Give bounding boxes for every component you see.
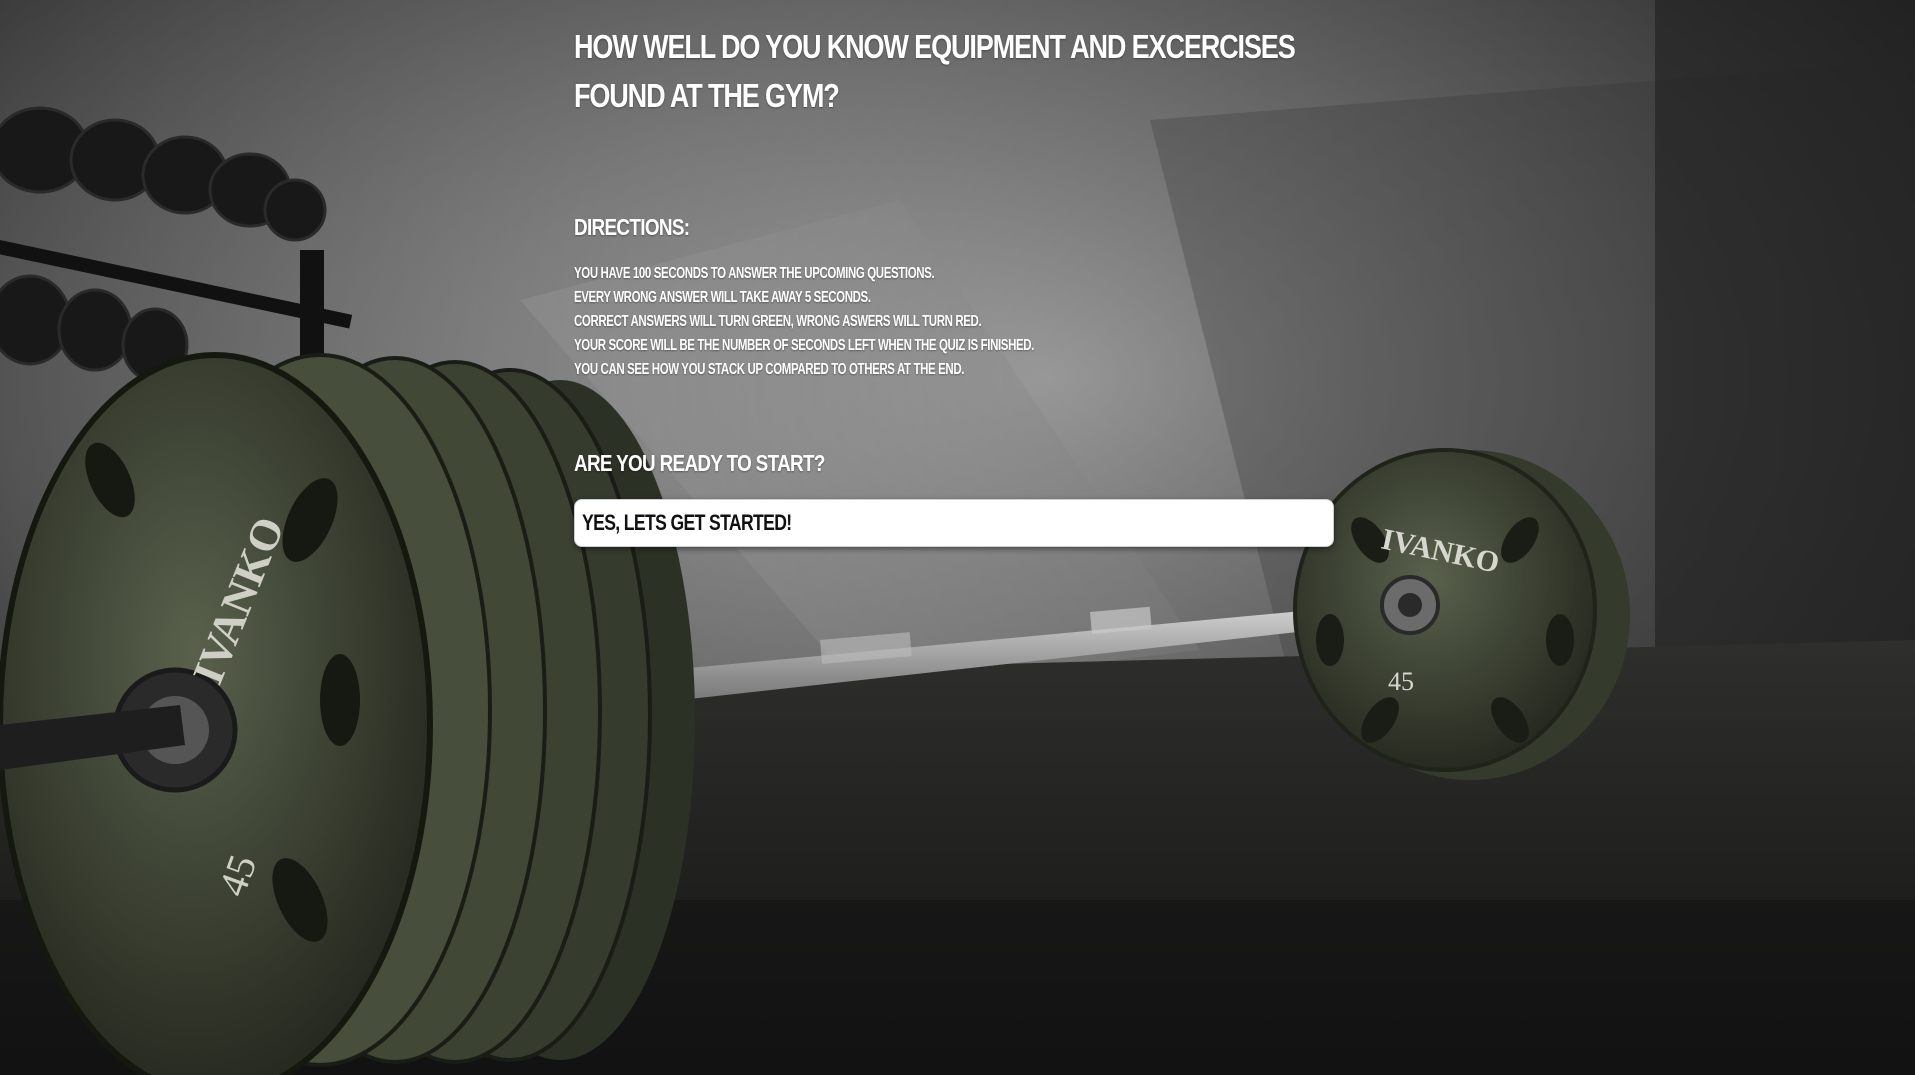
quiz-title-line-2: found at the gym? <box>574 77 840 114</box>
directions-heading: Directions: <box>574 214 690 240</box>
directions-list: You have 100 seconds to answer the upcom… <box>574 262 1314 382</box>
start-quiz-button[interactable]: Yes, lets get started! <box>574 499 1334 547</box>
direction-item: Correct answers will turn green, wrong a… <box>574 313 982 330</box>
direction-item: Your score will be the number of seconds… <box>574 337 1035 354</box>
svg-text:45: 45 <box>1388 667 1414 696</box>
start-quiz-button-label: Yes, lets get started! <box>582 510 792 535</box>
quiz-title-line-1: How well do you know equipment and excer… <box>574 28 1296 65</box>
quiz-title: How well do you know equipment and excer… <box>574 22 1337 120</box>
ready-heading: Are you ready to start? <box>574 450 825 476</box>
direction-item: You can see how you stack up compared to… <box>574 361 965 378</box>
direction-item: You have 100 seconds to answer the upcom… <box>574 265 935 282</box>
direction-item: Every wrong answer will take away 5 seco… <box>574 289 871 306</box>
quiz-intro: How well do you know equipment and excer… <box>574 22 1334 478</box>
